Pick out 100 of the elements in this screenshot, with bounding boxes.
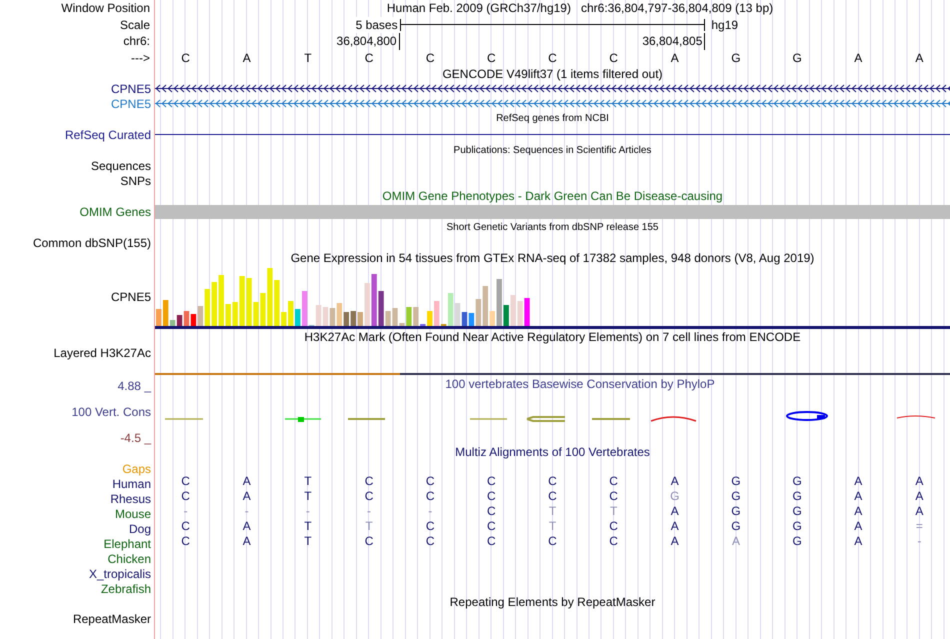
alignment-base: A [242,489,251,504]
dna-base: C [364,50,374,66]
alignment-base: C [548,534,557,549]
alignment-base: A [854,474,862,489]
dna-base: A [854,50,862,66]
track-label[interactable]: Zebrafish [100,582,151,596]
alignment-base: C [181,534,190,549]
alignment-base: - [917,534,922,549]
dna-base: A [670,50,679,66]
alignment-base: C [487,504,496,519]
alignment-base: C [426,489,435,504]
alignment-base: A [670,504,679,519]
alignment-base: G [792,474,802,489]
dna-base: G [792,50,802,66]
alignment-base: G [670,489,680,504]
track-title: 100 vertebrates Basewise Conservation by PhyloP [444,377,715,391]
alignment-base: A [732,534,740,549]
assembly-title: Human Feb. 2009 (GRCh37/hg19) [386,0,571,16]
track-label[interactable]: Common dbSNP(155) [32,236,151,250]
dna-base: C [426,50,435,66]
dna-base: G [731,50,741,66]
assembly-label: hg19 [710,16,738,33]
track-label[interactable]: X_tropicalis [88,566,151,580]
track-label[interactable]: OMIM Genes [80,204,151,218]
alignment-base: - [306,504,310,519]
alignment-base: C [426,534,435,549]
alignment-base: G [792,519,802,534]
track-title: Publications: Sequences in Scientific Articles [454,144,652,158]
header-label: Window Position [61,0,150,16]
alignment-base: C [609,534,618,549]
alignment-base: C [487,474,496,489]
track-label[interactable]: CPNE5 [110,290,151,304]
track-label[interactable]: Mouse [114,506,151,520]
alignment-base: C [609,519,618,534]
track-label[interactable]: Dog [128,522,151,536]
header-label: chr6: [123,33,150,50]
track-title: GENCODE V49lift37 (1 items filtered out) [442,66,663,80]
alignment-base: A [854,519,862,534]
alignment-base: G [792,534,802,549]
alignment-base: G [731,519,741,534]
position-text: chr6:36,804,797-36,804,809 (13 bp) [580,0,774,16]
alignment-base: A [915,474,924,489]
dna-base: C [487,50,496,66]
track-title: Gene Expression in 54 tissues from GTEx RNA-seq of 17382 samples, 948 donors (V8, Aug 2019) [290,250,814,264]
track-title: Short Genetic Variants from dbSNP release 155 [446,220,658,234]
alignment-base: - [367,504,372,519]
alignment-base: C [548,489,557,504]
alignment-base: A [915,489,924,504]
coordinate-label: 36,804,805 [642,33,706,50]
alignment-base: C [487,489,496,504]
track-label[interactable]: SNPs [120,174,151,188]
track-label[interactable]: 100 Vert. Cons [72,405,151,419]
dna-base: A [242,50,251,66]
alignment-base: T [548,519,556,534]
alignment-base: C [181,489,190,504]
track-label[interactable]: Layered H3K27Ac [54,346,151,360]
alignment-base: T [365,519,373,534]
alignment-base: A [670,474,679,489]
scale-label: 5 bases [356,16,400,33]
alignment-base: A [242,519,251,534]
alignment-base: A [915,504,924,519]
alignment-base: A [854,504,862,519]
track-title: Repeating Elements by RepeatMasker [450,594,656,608]
track-title: H3K27Ac Mark (Often Found Near Active Regulatory Elements) on 7 cell lines from ENCODE [304,330,801,344]
alignment-base: G [731,504,741,519]
track-label[interactable]: Sequences [90,158,151,172]
dna-base: A [915,50,924,66]
alignment-base: A [854,534,862,549]
dna-base: T [304,50,312,66]
alignment-base: C [609,474,618,489]
alignment-base: T [610,504,618,519]
alignment-base: C [364,474,374,489]
track-label[interactable]: CPNE5 [110,96,151,110]
alignment-base: A [242,534,251,549]
alignment-base: C [426,474,435,489]
track-title: RefSeq genes from NCBI [496,112,609,126]
track-label[interactable]: CPNE5 [110,82,151,96]
dna-base: C [181,50,190,66]
dna-base: C [548,50,557,66]
track-label[interactable]: Elephant [104,536,151,550]
axis-max-label: 4.88 _ [118,379,151,393]
alignment-base: C [181,474,190,489]
alignment-base: T [548,504,556,519]
track-title: OMIM Gene Phenotypes - Dark Green Can Be Disease-causing [382,188,723,202]
alignment-base: G [792,504,802,519]
alignment-base: - [244,504,249,519]
alignment-base: A [670,534,679,549]
alignment-base: G [792,489,802,504]
alignment-base: A [670,519,679,534]
track-label[interactable]: RefSeq Curated [64,128,151,142]
alignment-base: C [487,519,496,534]
track-label[interactable]: Human [112,476,151,490]
track-title: Multiz Alignments of 100 Vertebrates [455,444,650,458]
track-label[interactable]: RepeatMasker [72,612,151,626]
alignment-base: G [731,489,741,504]
alignment-base: T [304,474,312,489]
dna-base: C [609,50,618,66]
track-label[interactable]: Rhesus [110,492,151,506]
alignment-base: - [428,504,432,519]
track-label[interactable]: Chicken [108,552,151,566]
